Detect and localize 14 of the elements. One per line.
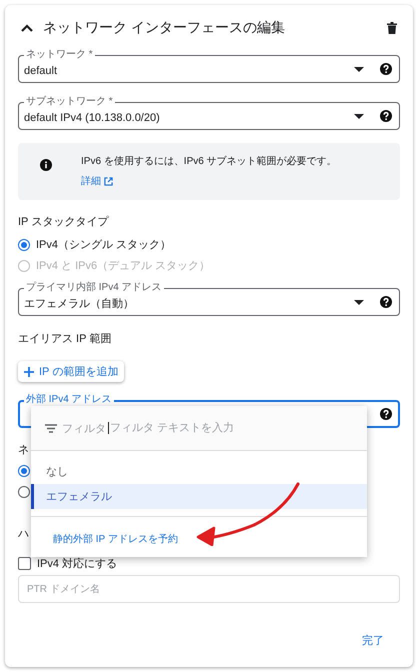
field-label: 外部 IPv4 アドレス (24, 394, 114, 405)
field-value: default (24, 64, 58, 76)
section-heading: ネ (18, 443, 29, 457)
field-label: ネットワーク * (24, 49, 95, 60)
field-label: プライマリ内部 IPv4 アドレス (24, 282, 164, 293)
filter-label: フィルタ (62, 422, 106, 436)
field-label: サブネットワーク * (24, 96, 115, 107)
section-heading: IP スタックタイプ (18, 215, 108, 229)
info-text: IPv6 を使用するには、IPv6 サブネット範囲が必要です。 (81, 154, 337, 168)
field-value: default IPv4 (10.138.0.0/20) (24, 110, 161, 124)
field-value: エフェメラル（自動） (24, 297, 135, 311)
section-heading: エイリアス IP 範囲 (18, 332, 112, 346)
panel-title: ネットワーク インターフェースの編集 (43, 19, 286, 37)
section-heading: ハ (18, 527, 29, 541)
